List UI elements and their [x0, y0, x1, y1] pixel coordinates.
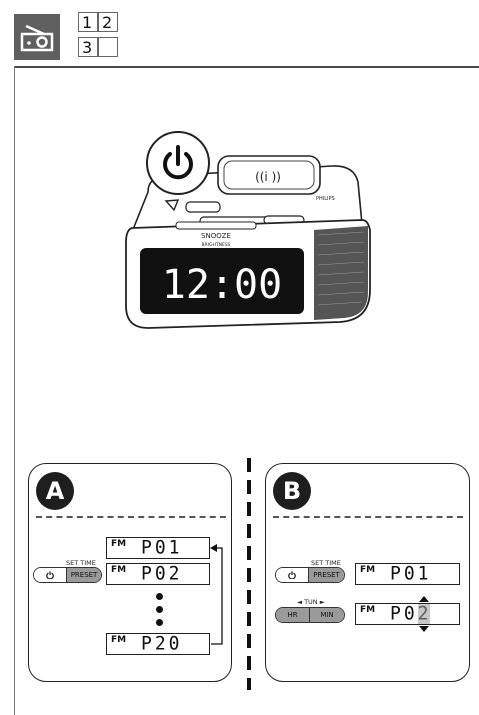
power-button[interactable]	[34, 568, 68, 582]
power-preset-button-group: PRESET	[275, 567, 345, 583]
preset-value: P02	[141, 562, 183, 585]
svg-text:((i )): ((i ))	[255, 170, 281, 184]
separator-dash	[247, 634, 251, 648]
band-label: FM	[111, 635, 127, 645]
band-label: FM	[111, 565, 127, 575]
brand-label: PHILIPS	[316, 196, 335, 202]
preset-button[interactable]: PRESET	[309, 568, 344, 582]
tun-label: ◄ TUN ►	[297, 598, 325, 606]
set-time-label: SET TIME	[311, 559, 341, 567]
preset-value: P20	[141, 632, 183, 655]
display-preset-1: FM P01	[106, 536, 210, 559]
ellipsis-dot	[156, 606, 163, 613]
separator-dash	[247, 678, 251, 690]
separator-dash	[247, 568, 251, 582]
hr-button[interactable]: HR	[276, 608, 311, 622]
display-preset-2: FM P02	[106, 562, 210, 585]
band-label: FM	[111, 539, 127, 549]
page-margin-rule	[14, 66, 15, 715]
display-preset-20: FM P20	[106, 632, 210, 655]
hr-min-button-group: HR MIN	[275, 607, 345, 623]
separator-dash	[247, 458, 251, 472]
section-cell-3: 3	[78, 37, 98, 57]
separator-dash	[247, 656, 251, 670]
radio-icon	[20, 24, 54, 52]
separator-dash	[247, 590, 251, 604]
snooze-label: SNOOZE	[201, 232, 231, 240]
ellipsis-dot	[156, 619, 163, 626]
set-time-label: SET TIME	[66, 559, 96, 567]
separator-dash	[247, 524, 251, 538]
power-icon	[288, 571, 296, 580]
separator-dash	[247, 502, 251, 516]
panel-b-divider	[273, 516, 463, 518]
panel-a-divider	[36, 516, 226, 518]
alarm-clock-illustration: ((i )) PHILIPS SNOOZE BRIGHTNESS 12:00	[125, 131, 371, 329]
separator-dash	[247, 480, 251, 494]
min-button[interactable]: MIN	[310, 608, 344, 622]
header-divider	[14, 66, 479, 68]
band-label: FM	[360, 605, 376, 615]
display-preset-2: FM P02	[355, 602, 460, 625]
display-preset-1: FM P01	[355, 562, 460, 585]
radio-category-icon	[14, 14, 60, 60]
preset-value: P01	[390, 562, 432, 585]
adjust-arrows-icon	[419, 596, 429, 632]
separator-dash	[247, 612, 251, 626]
section-cell-4	[98, 37, 118, 57]
brightness-label: BRIGHTNESS	[201, 242, 230, 248]
ellipsis-dot	[156, 593, 163, 600]
band-label: FM	[360, 565, 376, 575]
panel-b-badge: B	[273, 472, 311, 510]
panel-a-badge: A	[36, 472, 74, 510]
preset-value: P01	[141, 536, 183, 559]
cycle-arrow	[210, 544, 223, 645]
section-cell-1: 1	[78, 12, 98, 32]
power-icon	[46, 571, 54, 580]
clock-digits: 12:00	[162, 262, 282, 308]
preset-button[interactable]: PRESET	[67, 568, 101, 582]
power-preset-button-group: PRESET	[33, 567, 102, 583]
power-button[interactable]	[276, 568, 310, 582]
separator-dash	[247, 546, 251, 560]
section-cell-2: 2	[98, 12, 118, 32]
